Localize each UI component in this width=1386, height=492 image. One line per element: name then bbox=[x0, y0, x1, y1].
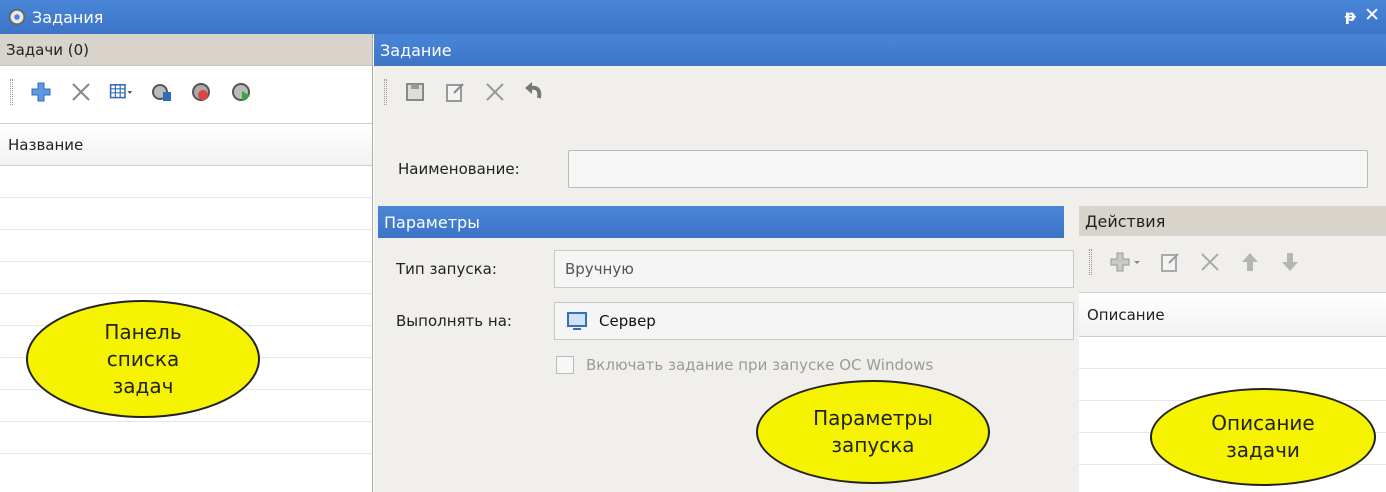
window-title: Задания bbox=[32, 7, 104, 27]
launch-type-label: Тип запуска: bbox=[396, 260, 497, 278]
task-list-panel: Задачи (0) Название bbox=[0, 34, 373, 492]
delete-icon[interactable] bbox=[69, 80, 93, 104]
actions-header: Действия bbox=[1079, 206, 1386, 236]
delete-icon[interactable] bbox=[483, 80, 507, 104]
run-on-field[interactable]: Сервер bbox=[554, 302, 1074, 340]
task-edit-header: Задание bbox=[374, 34, 1386, 66]
task-edit-toolbar bbox=[374, 66, 1386, 118]
launch-type-row: Тип запуска: Вручную bbox=[396, 250, 1074, 288]
autostart-checkbox[interactable] bbox=[556, 356, 574, 374]
list-item[interactable] bbox=[0, 422, 372, 454]
list-item[interactable] bbox=[0, 166, 372, 198]
list-item[interactable] bbox=[1079, 337, 1386, 369]
close-icon[interactable]: ✕ bbox=[1364, 4, 1380, 26]
run-on-label: Выполнять на: bbox=[396, 312, 512, 330]
launch-type-field[interactable]: Вручную bbox=[554, 250, 1074, 288]
run-on-value: Сервер bbox=[599, 312, 656, 330]
move-up-icon[interactable] bbox=[1238, 250, 1262, 274]
move-down-icon[interactable] bbox=[1278, 250, 1302, 274]
task-name-field[interactable] bbox=[568, 150, 1368, 188]
callout-task-list: Панель списка задач bbox=[26, 300, 260, 418]
task-name-row: Наименование: bbox=[398, 150, 1368, 188]
task-name-label: Наименование: bbox=[398, 160, 520, 178]
task-start-icon[interactable] bbox=[229, 80, 253, 104]
edit-icon[interactable] bbox=[1158, 250, 1182, 274]
delete-icon[interactable] bbox=[1198, 250, 1222, 274]
view-grid-icon[interactable] bbox=[109, 80, 133, 104]
undo-icon[interactable] bbox=[523, 80, 547, 104]
task-list-header: Задачи (0) bbox=[0, 34, 372, 66]
task-stop-icon[interactable] bbox=[189, 80, 213, 104]
pin-icon[interactable]: ᵽ bbox=[1345, 7, 1356, 25]
save-icon[interactable] bbox=[403, 80, 427, 104]
autostart-checkbox-label: Включать задание при запуске ОС Windows bbox=[586, 356, 934, 374]
toolbar-grip[interactable] bbox=[1089, 249, 1092, 275]
server-icon bbox=[567, 312, 587, 330]
params-header: Параметры bbox=[378, 206, 1064, 238]
list-item[interactable] bbox=[0, 230, 372, 262]
list-item[interactable] bbox=[0, 198, 372, 230]
add-icon[interactable] bbox=[1108, 250, 1142, 274]
launch-type-value: Вручную bbox=[565, 260, 634, 278]
edit-icon[interactable] bbox=[443, 80, 467, 104]
run-on-row: Выполнять на: Сервер bbox=[396, 302, 1074, 340]
task-run-icon[interactable] bbox=[149, 80, 173, 104]
tasks-gear-icon bbox=[8, 8, 26, 26]
list-item[interactable] bbox=[0, 262, 372, 294]
window-titlebar: Задания ᵽ ✕ bbox=[0, 0, 1386, 34]
callout-task-desc: Описание задачи bbox=[1150, 388, 1376, 486]
toolbar-grip[interactable] bbox=[384, 79, 387, 105]
toolbar-grip[interactable] bbox=[10, 79, 13, 105]
actions-column-header[interactable]: Описание bbox=[1079, 293, 1386, 337]
actions-toolbar bbox=[1079, 236, 1386, 288]
add-icon[interactable] bbox=[29, 80, 53, 104]
task-list-column-header[interactable]: Название bbox=[0, 123, 372, 166]
callout-launch-params: Параметры запуска bbox=[756, 380, 990, 484]
task-list-toolbar bbox=[0, 66, 372, 118]
autostart-checkbox-row[interactable]: Включать задание при запуске ОС Windows bbox=[556, 356, 933, 374]
